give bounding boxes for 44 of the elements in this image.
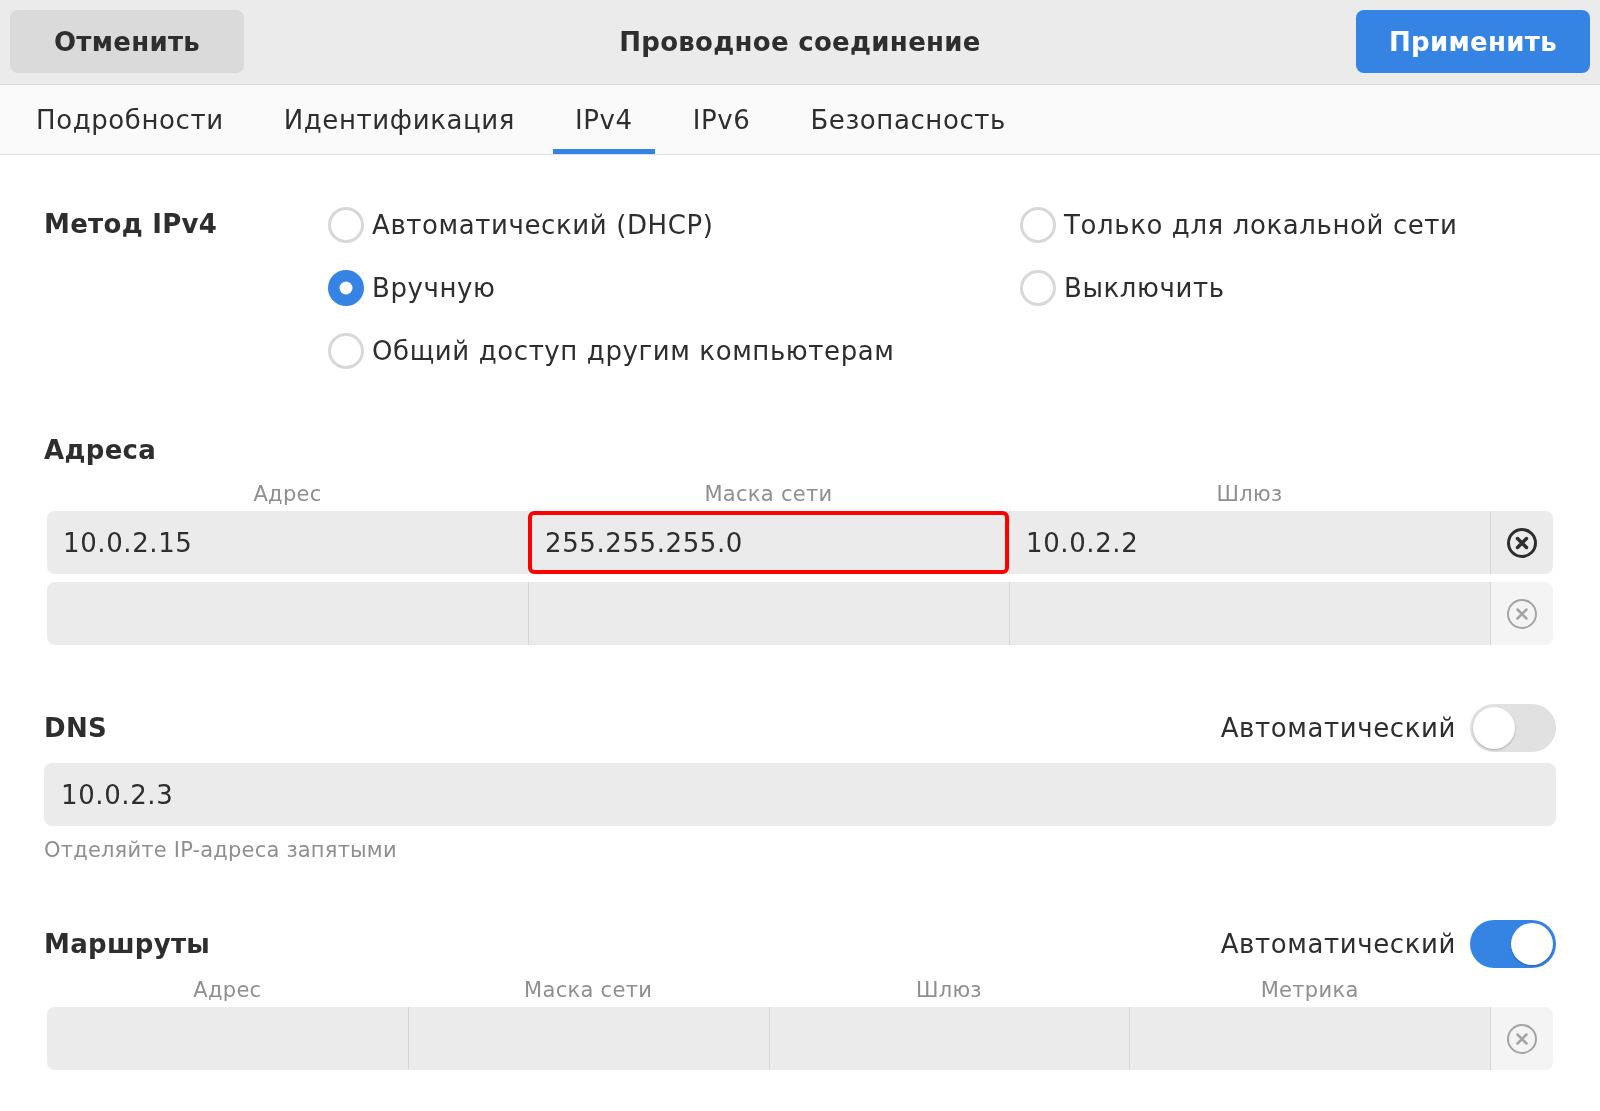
- tab[interactable]: Безопасность: [788, 85, 1029, 154]
- input-field[interactable]: [47, 1007, 408, 1070]
- column-header: Маска сети: [524, 977, 653, 1004]
- section-title: Маршруты: [44, 929, 211, 959]
- switch-label: Автоматический: [1220, 713, 1456, 743]
- window-title: Проводное соединение: [619, 26, 981, 57]
- input-field[interactable]: [1129, 1007, 1490, 1070]
- radio-option[interactable]: Вручную: [328, 256, 496, 319]
- input-field[interactable]: 10.0.2.2: [1009, 511, 1490, 574]
- close-circle-icon: [1507, 527, 1537, 558]
- section-title: Адреса: [44, 434, 158, 467]
- switch-label: Автоматический: [1220, 929, 1456, 959]
- tab[interactable]: IPv6: [670, 85, 773, 154]
- toggle-switch[interactable]: [1470, 704, 1556, 752]
- section-title: Метод IPv4: [44, 208, 219, 241]
- radio-option[interactable]: Автоматический (DHCP): [328, 193, 714, 256]
- section-title: DNS: [44, 713, 107, 743]
- column-header: Шлюз: [1216, 481, 1283, 508]
- cancel-button[interactable]: Отменить: [10, 10, 244, 73]
- radio-option[interactable]: Только для локальной сети: [1020, 193, 1458, 256]
- tab[interactable]: Подробности: [14, 85, 246, 154]
- column-header: Метрика: [1260, 977, 1359, 1004]
- close-circle-icon: [1507, 1023, 1537, 1054]
- close-circle-icon: [1507, 598, 1537, 629]
- column-header: Адрес: [193, 977, 262, 1004]
- toggle-switch[interactable]: [1470, 920, 1556, 968]
- remove-row-button[interactable]: [1490, 511, 1553, 574]
- column-header: Маска сети: [704, 481, 833, 508]
- radio-option[interactable]: Общий доступ другим компьютерам: [328, 319, 895, 382]
- input-field[interactable]: [1009, 582, 1490, 645]
- input-field[interactable]: [528, 582, 1009, 645]
- input-field[interactable]: [407, 1007, 769, 1070]
- tab[interactable]: Идентификация: [261, 85, 537, 154]
- column-header: Шлюз: [915, 977, 982, 1004]
- dns-input-field[interactable]: 10.0.2.3: [44, 763, 1556, 826]
- input-field[interactable]: [768, 1007, 1130, 1070]
- column-header: Адрес: [253, 481, 322, 508]
- input-field[interactable]: 255.255.255.0: [528, 511, 1009, 574]
- radio-option[interactable]: Выключить: [1020, 256, 1225, 319]
- input-field[interactable]: [47, 582, 528, 645]
- input-field[interactable]: 10.0.2.15: [47, 511, 528, 574]
- hint-text: Отделяйте IP-адреса запятыми: [44, 837, 398, 864]
- apply-button[interactable]: Применить: [1356, 10, 1590, 73]
- tab[interactable]: IPv4: [553, 85, 655, 154]
